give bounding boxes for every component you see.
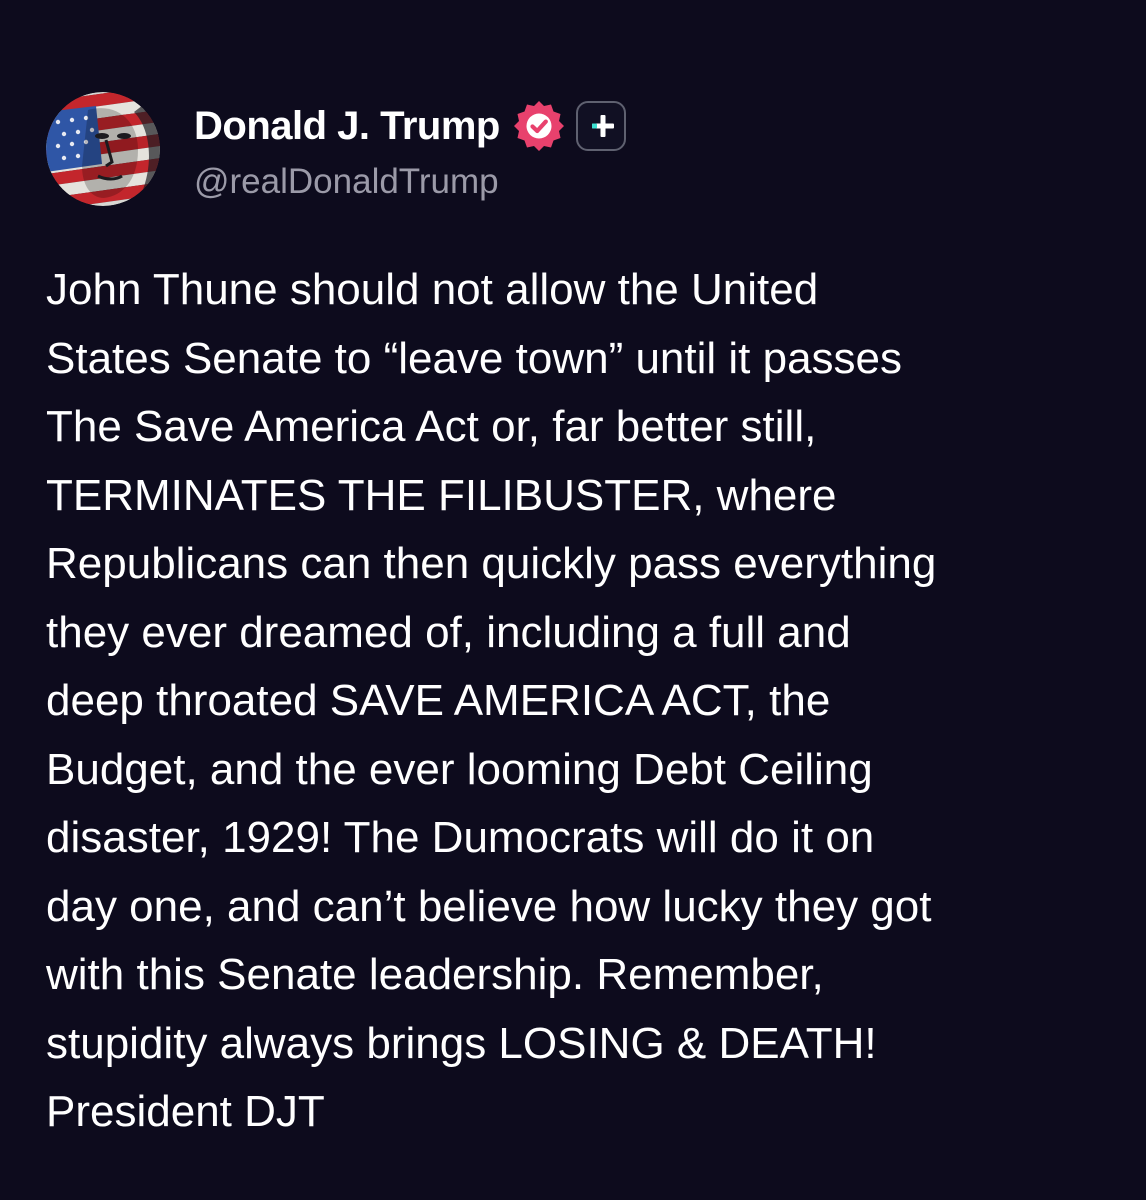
post-body-line: John Thune should not allow the United: [46, 265, 819, 314]
post-body-line: they ever dreamed of, including a full a…: [46, 607, 851, 657]
plus-badge-icon[interactable]: [575, 101, 626, 151]
author-avatar[interactable]: [46, 92, 160, 206]
post-body-line: President DJT: [46, 1087, 325, 1136]
flag-portrait-image: [46, 92, 160, 206]
author-name-row: Donald J. Trump: [194, 100, 626, 152]
post-body-line: TERMINATES THE FILIBUSTER, where: [46, 470, 837, 520]
post-body-line: States Senate to “leave town” until it p…: [46, 333, 903, 383]
post-body-line: stupidity always brings LOSING & DEATH!: [46, 1018, 877, 1068]
verified-badge-icon: [512, 99, 566, 153]
post-body-line: with this Senate leadership. Remember,: [46, 950, 824, 999]
author-handle[interactable]: @realDonaldTrump: [194, 160, 499, 204]
post-body-line: deep throated SAVE AMERICA ACT, the: [46, 676, 831, 725]
post-body: John Thune should not allow the United S…: [46, 256, 1118, 1147]
post-card: Donald J. Trump @realDonaldTrump John Th…: [0, 0, 1146, 1200]
post-header: Donald J. Trump @realDonaldTrump: [46, 92, 746, 208]
author-display-name[interactable]: Donald J. Trump: [194, 100, 500, 152]
post-body-line: Republicans can then quickly pass everyt…: [46, 539, 937, 588]
post-body-line: The Save America Act or, far better stil…: [46, 402, 817, 451]
post-body-line: day one, and can’t believe how lucky the…: [46, 881, 932, 931]
post-body-line: Budget, and the ever looming Debt Ceilin…: [46, 744, 873, 794]
post-body-line: disaster, 1929! The Dumocrats will do it…: [46, 813, 875, 862]
